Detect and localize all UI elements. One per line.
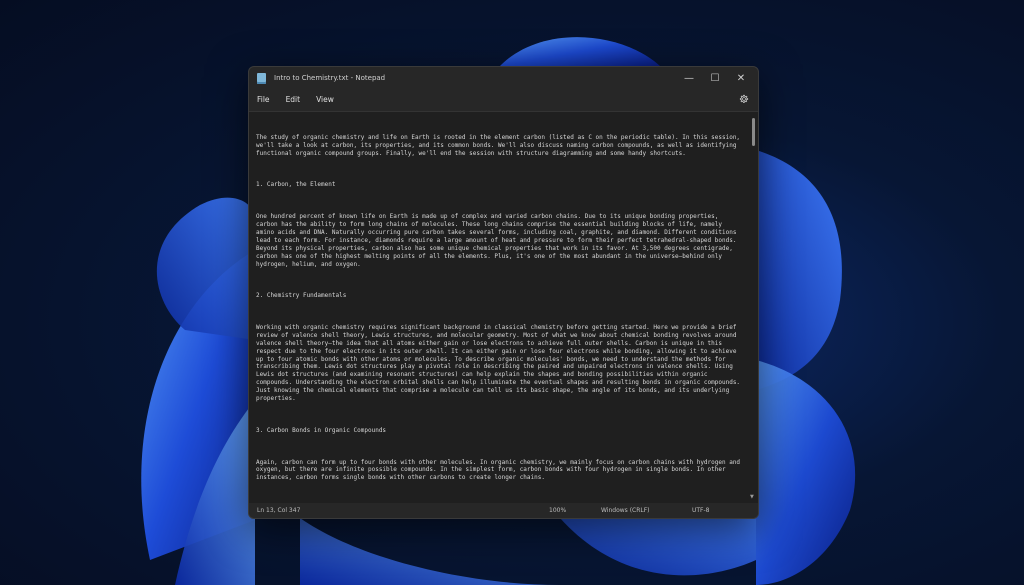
menu-file[interactable]: File [249,95,278,104]
paragraph-chemistry-fundamentals: Working with organic chemistry requires … [256,323,744,403]
menu-bar: File Edit View [249,89,758,109]
close-button[interactable]: ✕ [728,67,754,89]
heading-chemistry-fundamentals: 2. Chemistry Fundamentals [256,292,347,300]
gear-icon [739,94,749,103]
menu-edit[interactable]: Edit [278,95,309,104]
heading-carbon-element: 1. Carbon, the Element [256,181,336,189]
text-editor[interactable]: The study of organic chemistry and life … [249,111,758,504]
settings-button[interactable] [737,92,751,106]
encoding[interactable]: UTF-8 [692,507,710,514]
vertical-scrollbar[interactable]: ▼ [750,116,756,500]
document-text[interactable]: The study of organic chemistry and life … [256,118,741,506]
paragraph-intro: The study of organic chemistry and life … [256,133,744,157]
maximize-button[interactable]: ☐ [702,67,728,89]
paragraph-carbon-element: One hundred percent of known life on Ear… [256,213,741,268]
window-title: Intro to Chemistry.txt - Notepad [274,74,386,82]
paragraph-carbon-bonds: Again, carbon can form up to four bonds … [256,458,744,482]
notepad-window: Intro to Chemistry.txt - Notepad — ☐ ✕ F… [248,66,759,519]
title-bar[interactable]: Intro to Chemistry.txt - Notepad — ☐ ✕ [249,67,758,89]
scrollbar-thumb[interactable] [752,118,755,146]
cursor-position: Ln 13, Col 347 [257,507,301,514]
minimize-button[interactable]: — [676,67,702,89]
scroll-down-icon[interactable]: ▼ [750,494,754,500]
window-controls: — ☐ ✕ [676,67,754,89]
notepad-icon [257,72,266,84]
line-ending[interactable]: Windows (CRLF) [601,507,650,514]
zoom-level[interactable]: 100% [549,507,566,514]
status-bar: Ln 13, Col 347 100% Windows (CRLF) UTF-8 [249,503,758,518]
menu-view[interactable]: View [308,95,342,104]
heading-carbon-bonds: 3. Carbon Bonds in Organic Compounds [256,426,387,434]
